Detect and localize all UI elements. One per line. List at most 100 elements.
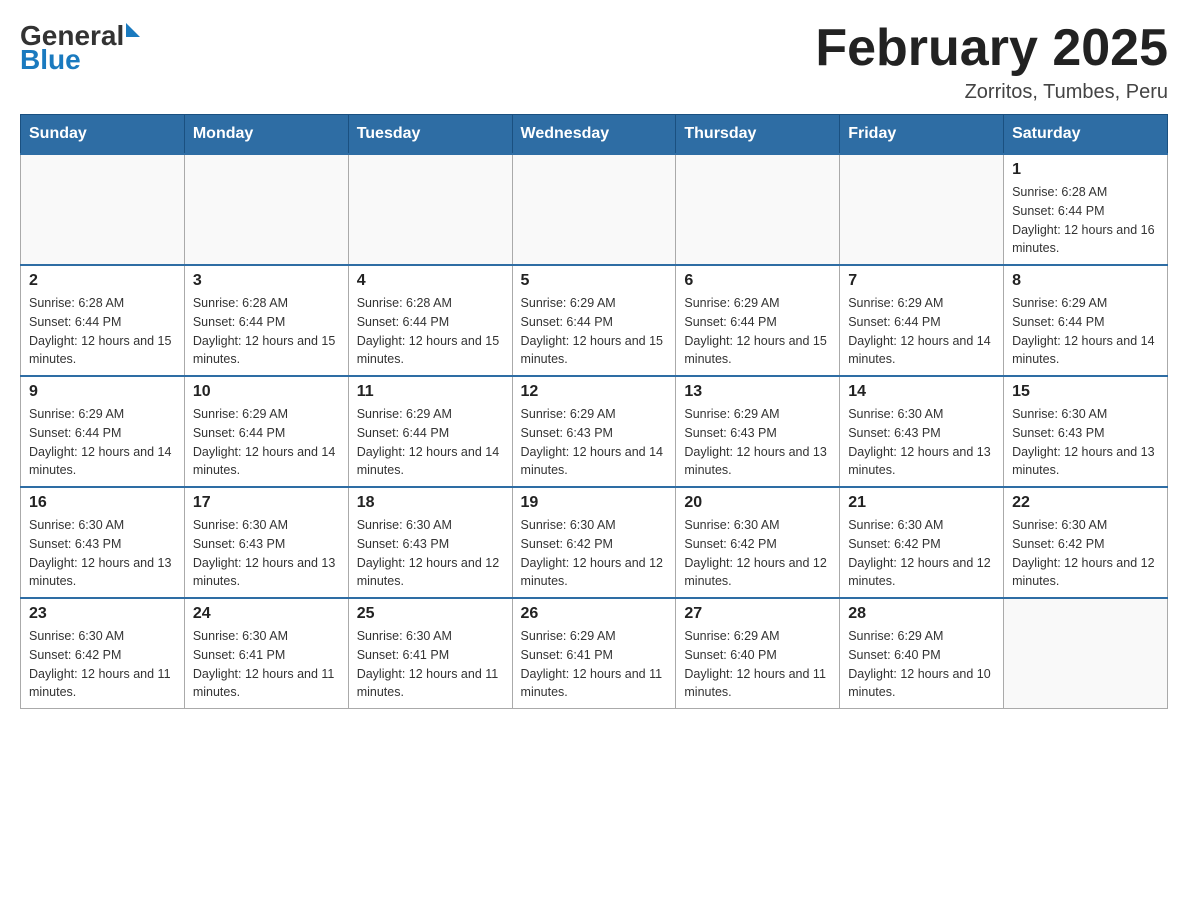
title-section: February 2025 Zorritos, Tumbes, Peru (815, 20, 1168, 104)
table-row: 24 Sunrise: 6:30 AMSunset: 6:41 PMDayligh… (184, 598, 348, 709)
col-monday: Monday (184, 115, 348, 155)
day-number: 3 (193, 272, 340, 290)
table-row: 25 Sunrise: 6:30 AMSunset: 6:41 PMDayligh… (348, 598, 512, 709)
day-number: 4 (357, 272, 504, 290)
day-info: Sunrise: 6:28 AMSunset: 6:44 PMDaylight:… (29, 294, 176, 369)
table-row (184, 154, 348, 265)
day-number: 5 (521, 272, 668, 290)
day-number: 11 (357, 383, 504, 401)
calendar-week-2: 2Sunrise: 6:28 AMSunset: 6:44 PMDaylight… (21, 265, 1168, 376)
table-row (1004, 598, 1168, 709)
day-number: 19 (521, 494, 668, 512)
table-row: 1 Sunrise: 6:28 AMSunset: 6:44 PMDaylight… (1004, 154, 1168, 265)
day-info: Sunrise: 6:29 AMSunset: 6:44 PMDaylight:… (193, 405, 340, 480)
logo-word: General Blue (20, 20, 140, 76)
day-number: 6 (684, 272, 831, 290)
day-number: 7 (848, 272, 995, 290)
table-row: 21 Sunrise: 6:30 AMSunset: 6:42 PMDayligh… (840, 487, 1004, 598)
day-number: 9 (29, 383, 176, 401)
day-info: Sunrise: 6:29 AMSunset: 6:44 PMDaylight:… (29, 405, 176, 480)
day-info: Sunrise: 6:30 AMSunset: 6:42 PMDaylight:… (521, 516, 668, 591)
day-number: 22 (1012, 494, 1159, 512)
calendar-week-5: 23 Sunrise: 6:30 AMSunset: 6:42 PMDayligh… (21, 598, 1168, 709)
day-info: Sunrise: 6:28 AMSunset: 6:44 PMDaylight:… (1012, 183, 1159, 258)
table-row: 20 Sunrise: 6:30 AMSunset: 6:42 PMDayligh… (676, 487, 840, 598)
table-row: 13 Sunrise: 6:29 AMSunset: 6:43 PMDayligh… (676, 376, 840, 487)
day-number: 27 (684, 605, 831, 623)
day-info: Sunrise: 6:30 AMSunset: 6:42 PMDaylight:… (848, 516, 995, 591)
table-row: 27 Sunrise: 6:29 AMSunset: 6:40 PMDayligh… (676, 598, 840, 709)
day-number: 12 (521, 383, 668, 401)
calendar-header-row: Sunday Monday Tuesday Wednesday Thursday… (21, 115, 1168, 155)
table-row: 23 Sunrise: 6:30 AMSunset: 6:42 PMDayligh… (21, 598, 185, 709)
table-row: 16 Sunrise: 6:30 AMSunset: 6:43 PMDayligh… (21, 487, 185, 598)
logo: General Blue (20, 20, 140, 76)
day-number: 14 (848, 383, 995, 401)
table-row: 6 Sunrise: 6:29 AMSunset: 6:44 PMDaylight… (676, 265, 840, 376)
table-row: 10 Sunrise: 6:29 AMSunset: 6:44 PMDayligh… (184, 376, 348, 487)
day-info: Sunrise: 6:29 AMSunset: 6:43 PMDaylight:… (684, 405, 831, 480)
logo-triangle-icon (126, 23, 140, 37)
day-info: Sunrise: 6:29 AMSunset: 6:44 PMDaylight:… (357, 405, 504, 480)
table-row: 4Sunrise: 6:28 AMSunset: 6:44 PMDaylight… (348, 265, 512, 376)
table-row: 12 Sunrise: 6:29 AMSunset: 6:43 PMDayligh… (512, 376, 676, 487)
table-row: 11 Sunrise: 6:29 AMSunset: 6:44 PMDayligh… (348, 376, 512, 487)
day-number: 25 (357, 605, 504, 623)
month-title: February 2025 (815, 20, 1168, 77)
day-info: Sunrise: 6:29 AMSunset: 6:44 PMDaylight:… (684, 294, 831, 369)
day-info: Sunrise: 6:29 AMSunset: 6:43 PMDaylight:… (521, 405, 668, 480)
calendar-week-4: 16 Sunrise: 6:30 AMSunset: 6:43 PMDayligh… (21, 487, 1168, 598)
col-friday: Friday (840, 115, 1004, 155)
day-number: 8 (1012, 272, 1159, 290)
table-row: 7 Sunrise: 6:29 AMSunset: 6:44 PMDaylight… (840, 265, 1004, 376)
day-number: 24 (193, 605, 340, 623)
calendar-week-3: 9 Sunrise: 6:29 AMSunset: 6:44 PMDaylight… (21, 376, 1168, 487)
table-row (840, 154, 1004, 265)
day-number: 23 (29, 605, 176, 623)
day-info: Sunrise: 6:28 AMSunset: 6:44 PMDaylight:… (193, 294, 340, 369)
day-number: 15 (1012, 383, 1159, 401)
page-header: General Blue February 2025 Zorritos, Tum… (20, 20, 1168, 104)
day-info: Sunrise: 6:29 AMSunset: 6:44 PMDaylight:… (521, 294, 668, 369)
day-number: 13 (684, 383, 831, 401)
day-number: 16 (29, 494, 176, 512)
table-row: 22 Sunrise: 6:30 AMSunset: 6:42 PMDayligh… (1004, 487, 1168, 598)
day-number: 10 (193, 383, 340, 401)
day-info: Sunrise: 6:30 AMSunset: 6:43 PMDaylight:… (193, 516, 340, 591)
day-info: Sunrise: 6:30 AMSunset: 6:41 PMDaylight:… (357, 627, 504, 702)
day-number: 1 (1012, 161, 1159, 179)
col-wednesday: Wednesday (512, 115, 676, 155)
table-row: 8 Sunrise: 6:29 AMSunset: 6:44 PMDaylight… (1004, 265, 1168, 376)
day-info: Sunrise: 6:30 AMSunset: 6:42 PMDaylight:… (1012, 516, 1159, 591)
day-number: 17 (193, 494, 340, 512)
location-subtitle: Zorritos, Tumbes, Peru (815, 81, 1168, 104)
day-info: Sunrise: 6:29 AMSunset: 6:40 PMDaylight:… (684, 627, 831, 702)
table-row: 2Sunrise: 6:28 AMSunset: 6:44 PMDaylight… (21, 265, 185, 376)
day-info: Sunrise: 6:29 AMSunset: 6:44 PMDaylight:… (1012, 294, 1159, 369)
table-row: 9 Sunrise: 6:29 AMSunset: 6:44 PMDaylight… (21, 376, 185, 487)
day-number: 20 (684, 494, 831, 512)
table-row: 26Sunrise: 6:29 AMSunset: 6:41 PMDayligh… (512, 598, 676, 709)
day-info: Sunrise: 6:30 AMSunset: 6:42 PMDaylight:… (29, 627, 176, 702)
day-info: Sunrise: 6:30 AMSunset: 6:43 PMDaylight:… (357, 516, 504, 591)
table-row (348, 154, 512, 265)
day-info: Sunrise: 6:29 AMSunset: 6:41 PMDaylight:… (521, 627, 668, 702)
calendar-table: Sunday Monday Tuesday Wednesday Thursday… (20, 114, 1168, 709)
day-number: 21 (848, 494, 995, 512)
day-info: Sunrise: 6:30 AMSunset: 6:43 PMDaylight:… (1012, 405, 1159, 480)
table-row: 19 Sunrise: 6:30 AMSunset: 6:42 PMDayligh… (512, 487, 676, 598)
day-info: Sunrise: 6:30 AMSunset: 6:43 PMDaylight:… (29, 516, 176, 591)
day-number: 28 (848, 605, 995, 623)
day-info: Sunrise: 6:30 AMSunset: 6:41 PMDaylight:… (193, 627, 340, 702)
col-tuesday: Tuesday (348, 115, 512, 155)
table-row: 17 Sunrise: 6:30 AMSunset: 6:43 PMDayligh… (184, 487, 348, 598)
col-thursday: Thursday (676, 115, 840, 155)
table-row: 3 Sunrise: 6:28 AMSunset: 6:44 PMDaylight… (184, 265, 348, 376)
day-info: Sunrise: 6:29 AMSunset: 6:44 PMDaylight:… (848, 294, 995, 369)
day-info: Sunrise: 6:29 AMSunset: 6:40 PMDaylight:… (848, 627, 995, 702)
day-info: Sunrise: 6:30 AMSunset: 6:42 PMDaylight:… (684, 516, 831, 591)
calendar-week-1: 1 Sunrise: 6:28 AMSunset: 6:44 PMDaylight… (21, 154, 1168, 265)
logo-blue-text: Blue (20, 44, 81, 76)
table-row: 28 Sunrise: 6:29 AMSunset: 6:40 PMDayligh… (840, 598, 1004, 709)
table-row: 18Sunrise: 6:30 AMSunset: 6:43 PMDayligh… (348, 487, 512, 598)
